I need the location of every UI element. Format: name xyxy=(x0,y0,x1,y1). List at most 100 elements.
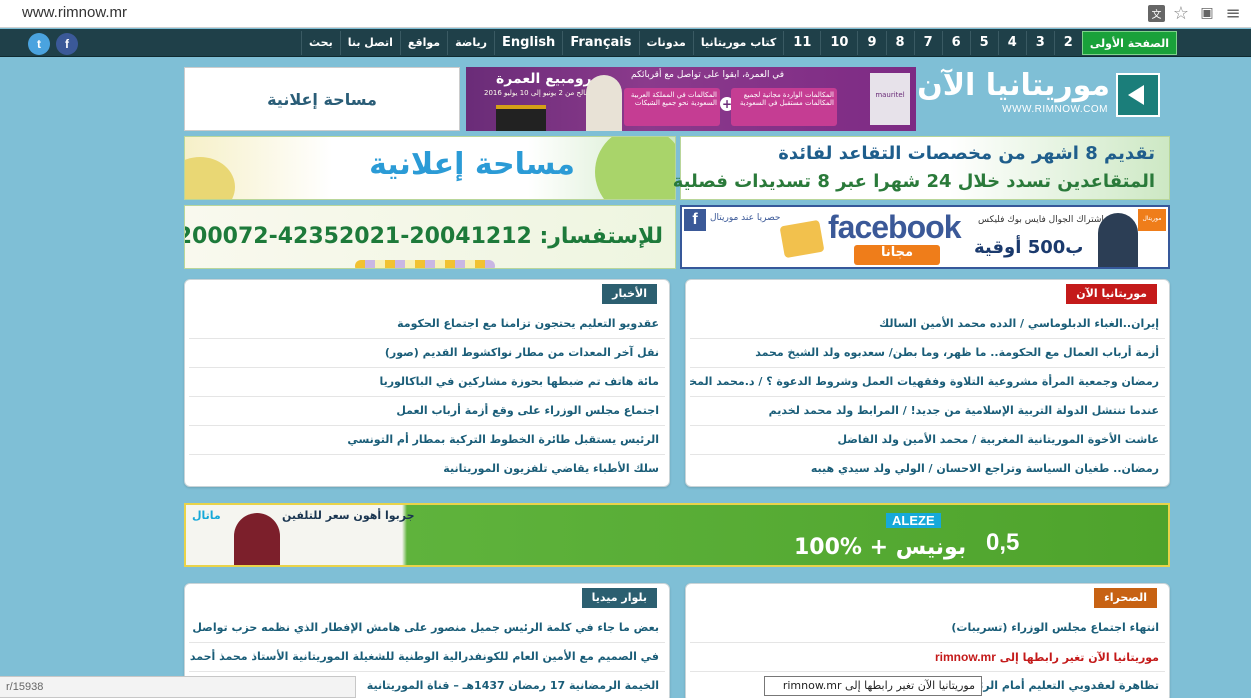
nav-item[interactable]: كتاب موريتانيا xyxy=(692,31,783,55)
fb-subscription-text: اشتراك الجوال فايس بوك فليكس xyxy=(978,215,1104,225)
facebook-icon: f xyxy=(684,209,706,231)
ad-space-text: مساحة إعلانية xyxy=(369,147,575,182)
sim-card-icon xyxy=(779,219,825,259)
browser-menu-icon[interactable]: ≡ xyxy=(1223,3,1243,24)
nav-item[interactable]: بحث xyxy=(301,31,340,55)
facebook-wordmark: facebook xyxy=(828,209,961,245)
list-item[interactable]: مائة هاتف تم ضبطها بحوزة مشاركين في البا… xyxy=(189,368,665,397)
nav-item[interactable]: رياضة xyxy=(447,31,494,55)
nav-item[interactable]: 7 xyxy=(913,31,942,55)
news-list: عقدويو التعليم يحتجون تزامنا مع اجتماع ا… xyxy=(189,310,665,484)
list-item[interactable]: في الصميم مع الأمين العام للكونفدرالية ا… xyxy=(189,643,665,672)
ad-facebook-banner[interactable]: f حصريا عند موريتال facebook مجانا اشترا… xyxy=(680,205,1170,269)
ad-space-white[interactable]: مساحة إعلانية xyxy=(184,67,460,131)
social-links: t f xyxy=(28,33,78,55)
list-item[interactable]: سلك الأطباء يقاضي تلفزيون الموريتانية xyxy=(189,455,665,484)
man-with-phone-image xyxy=(1098,213,1138,267)
decor-flowers xyxy=(355,260,495,268)
logo-title: موريتانيا الآن xyxy=(917,68,1110,103)
list-item[interactable]: عاشت الأخوة الموريتانية المغربية / محمد … xyxy=(690,426,1165,455)
nav-item[interactable]: 2 xyxy=(1053,31,1082,55)
list-item[interactable]: أزمة أرباب العمال مع الحكومة.. ما ظهر، و… xyxy=(690,339,1165,368)
nav-item[interactable]: 6 xyxy=(941,31,970,55)
nav-item[interactable]: 11 xyxy=(783,31,820,55)
list-item[interactable]: عندما تنتشل الدولة التربية الإسلامية من … xyxy=(690,397,1165,426)
logo-mark-icon xyxy=(1116,73,1160,117)
fb-exclusive-text: حصريا عند موريتال xyxy=(710,213,781,223)
umrah-date: صالح من 2 يونيو إلى 10 يوليو 2016 xyxy=(484,89,592,97)
pension-line-2: المتقاعدين تسدد خلال 24 شهرا عبر 8 تسديد… xyxy=(672,171,1155,192)
list-item[interactable]: رمضان وجمعية المرأة مشروعية التلاوة وفقه… xyxy=(690,368,1165,397)
address-url[interactable]: www.rimnow.mr xyxy=(22,4,127,21)
item-text: انتهاء اجتماع مجلس الوزراء (تسريبات) xyxy=(951,621,1159,634)
browser-status-bar: r/15938 xyxy=(0,676,356,698)
umrah-offer-box: المكالمات في المملكة العربية السعودية نح… xyxy=(624,88,720,126)
list-item[interactable]: نقل آخر المعدات من مطار نواكشوط القديم (… xyxy=(189,339,665,368)
logo-subtitle: WWW.RIMNOW.COM xyxy=(1002,104,1108,115)
ad-pension-banner[interactable]: تقديم 8 اشهر من مخصصات التقاعد لفائدة ال… xyxy=(673,136,1170,200)
list-item[interactable]: بعض ما جاء في كلمة الرئيس جميل منصور على… xyxy=(189,614,665,643)
link-tooltip: موريتانيا الآن تغير رابطها إلى rimnow.mr xyxy=(764,676,982,696)
translate-icon[interactable]: 文 xyxy=(1148,4,1165,22)
mattel-bonus: 100% + بونيس xyxy=(794,535,967,560)
nav-item[interactable]: 4 xyxy=(997,31,1026,55)
section-tag[interactable]: موريتانيا الآن xyxy=(1066,284,1157,304)
list-item[interactable]: موريتانيا الآن تغير رابطها إلى rimnow.mr xyxy=(690,643,1165,672)
kaaba-image xyxy=(496,105,546,131)
nav-item[interactable]: الصفحة الأولى xyxy=(1081,31,1177,55)
mattel-logo: ماتال xyxy=(192,509,221,522)
nav-item[interactable]: 9 xyxy=(857,31,885,55)
list-item[interactable]: انتهاء اجتماع مجلس الوزراء (تسريبات) xyxy=(690,614,1165,643)
nav-item[interactable]: 10 xyxy=(820,31,857,55)
umrah-tagline: في العمرة، ابقوا على تواصل مع أقربائكم xyxy=(631,70,785,80)
nav-item[interactable]: 8 xyxy=(885,31,914,55)
item-link: rimnow.mr xyxy=(935,650,996,664)
nav-item[interactable]: اتصل بنا xyxy=(339,31,400,55)
list-item[interactable]: إيران..الغباء الدبلوماسي / الدده محمد ال… xyxy=(690,310,1165,339)
nav-item[interactable]: مدونات xyxy=(638,31,693,55)
list-item[interactable]: عقدويو التعليم يحتجون تزامنا مع اجتماع ا… xyxy=(189,310,665,339)
site-navigation-bar: t f الصفحة الأولى 2 3 4 5 6 7 8 9 10 11 كتاب موريتا… xyxy=(0,29,1251,57)
ad-umrah-banner[interactable]: رومبيع العمرة صالح من 2 يونيو إلى 10 يول… xyxy=(466,67,916,131)
nav-item[interactable]: مواقع xyxy=(399,31,447,55)
extension-icon[interactable]: ▣ xyxy=(1197,3,1217,23)
list-item[interactable]: رمضان.. طغيان السياسة وتراجع الاحسان / ا… xyxy=(690,455,1165,484)
section-news: الأخبار عقدويو التعليم يحتجون تزامنا مع … xyxy=(184,279,670,487)
ad-contact-numbers[interactable]: للإستفسار: 20041212-42352021-36200072 xyxy=(184,205,676,269)
fb-price: ب500 أوقية xyxy=(974,237,1084,258)
nav-item[interactable]: 3 xyxy=(1025,31,1054,55)
nav-item[interactable]: Français xyxy=(562,31,638,55)
site-logo[interactable]: موريتانيا الآن WWW.RIMNOW.COM xyxy=(917,68,1166,124)
pilgrim-image xyxy=(586,75,622,131)
aleze-badge: ALEZE xyxy=(886,513,941,528)
nav-item[interactable]: English xyxy=(493,31,562,55)
section-tag[interactable]: الأخبار xyxy=(602,284,657,304)
section-tag[interactable]: الصحراء xyxy=(1094,588,1157,608)
mattel-price: 0,5 xyxy=(986,529,1020,556)
bookmark-star-icon[interactable]: ☆ xyxy=(1171,3,1191,24)
facebook-icon[interactable]: f xyxy=(56,33,78,55)
list-item[interactable]: الرئيس يستقبل طائرة الخطوط التركية بمطار… xyxy=(189,426,665,455)
ad-mattel-banner[interactable]: ماتال جربوا أهون سعر للتلفين 100% + بوني… xyxy=(184,503,1170,567)
ad-space-green[interactable]: مساحة إعلانية xyxy=(184,136,676,200)
item-text: موريتانيا الآن تغير رابطها إلى xyxy=(995,651,1159,664)
list-item[interactable]: اجتماع مجلس الوزراء على وقع أزمة أرباب ا… xyxy=(189,397,665,426)
browser-toolbar-icons: 文 ☆ ▣ ≡ xyxy=(1148,3,1243,24)
umrah-offer-box: المكالمات الواردة مجانية لجميع المكالمات… xyxy=(731,88,837,126)
contact-numbers-text: للإستفسار: 20041212-42352021-36200072 xyxy=(185,224,663,249)
nav-item[interactable]: 5 xyxy=(969,31,998,55)
pension-line-1: تقديم 8 اشهر من مخصصات التقاعد لفائدة xyxy=(778,143,1155,164)
section-mauritania-now: موريتانيا الآن إيران..الغباء الدبلوماسي … xyxy=(685,279,1170,487)
umrah-title: رومبيع العمرة xyxy=(496,71,592,87)
decor-leaf xyxy=(595,137,675,199)
decor-leaf xyxy=(185,157,235,199)
nav-menu: الصفحة الأولى 2 3 4 5 6 7 8 9 10 11 كتاب موريتانيا م… xyxy=(301,31,1177,55)
woman-image xyxy=(234,513,280,565)
mauritel-logo: موريتال xyxy=(1138,209,1166,231)
fb-free-badge: مجانا xyxy=(854,245,940,265)
browser-address-bar: www.rimnow.mr 文 ☆ ▣ ≡ xyxy=(0,0,1251,28)
twitter-icon[interactable]: t xyxy=(28,33,50,55)
section-tag[interactable]: بلوار ميديا xyxy=(581,588,657,608)
mattel-slogan: جربوا أهون سعر للتلفين xyxy=(282,509,415,522)
mauritel-logo: mauritel xyxy=(870,73,910,125)
